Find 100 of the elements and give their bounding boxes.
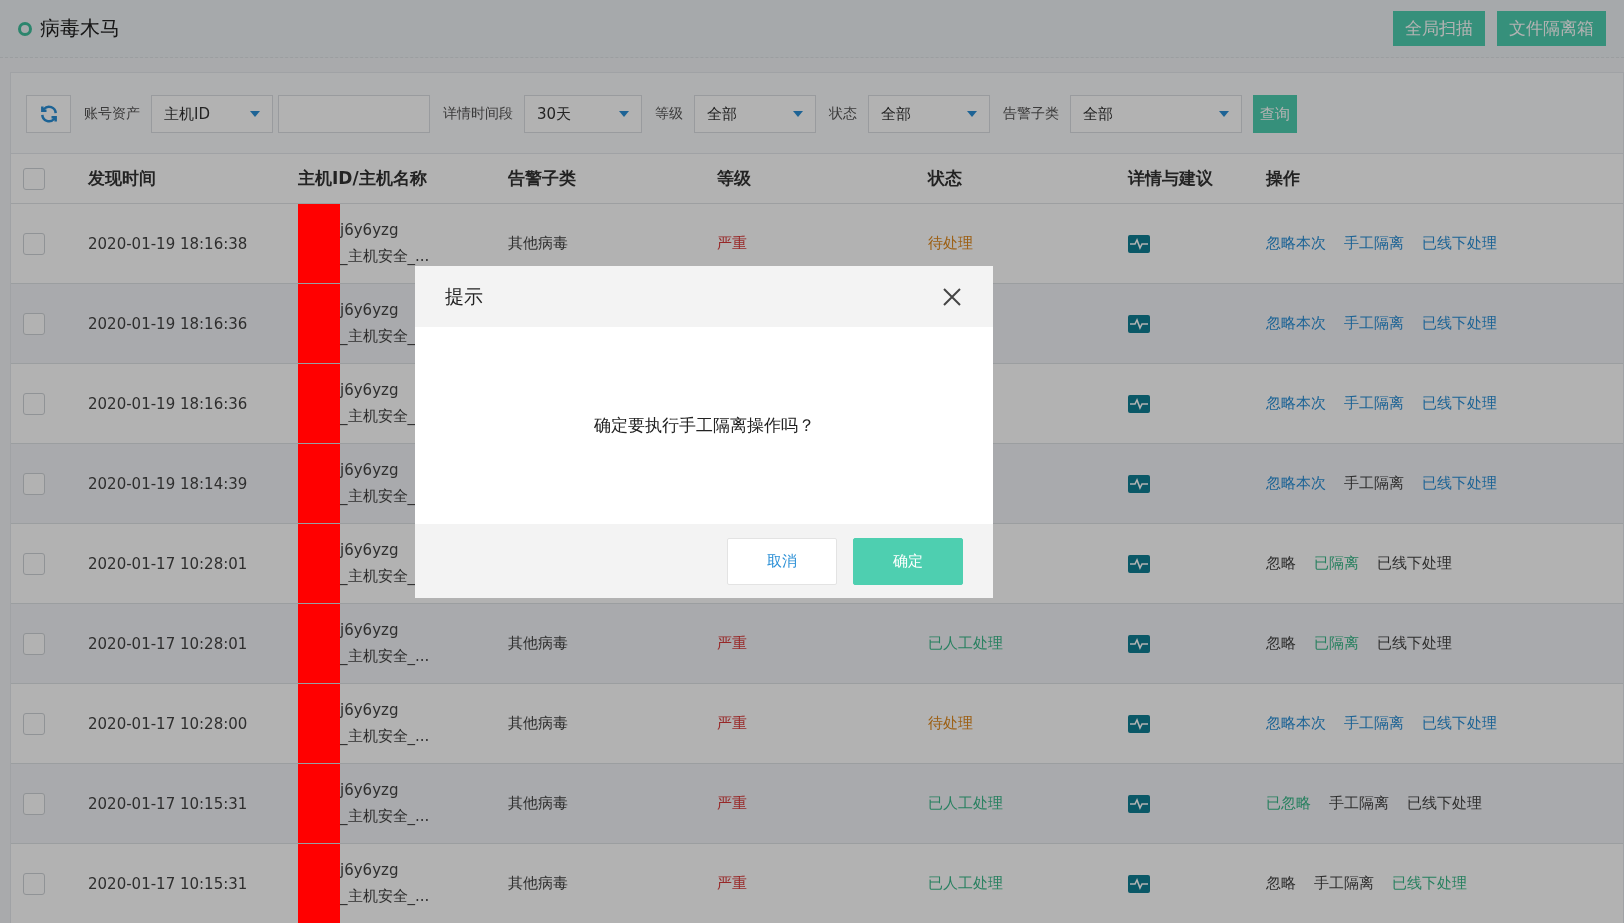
row-checkbox[interactable] bbox=[23, 392, 45, 415]
pulse-icon[interactable] bbox=[1128, 394, 1150, 413]
action-link[interactable]: 已线下处理 bbox=[1377, 554, 1452, 573]
dialog-title: 提示 bbox=[445, 283, 483, 309]
time-cell-text: 2020-01-19 18:14:39 bbox=[88, 474, 249, 493]
host-text: _主机安全_... bbox=[340, 807, 430, 826]
row-checkbox[interactable] bbox=[23, 632, 45, 655]
action-link[interactable]: 已线下处理 bbox=[1407, 794, 1482, 813]
search-field[interactable] bbox=[278, 95, 430, 133]
host-text: j6y6yzg bbox=[340, 621, 400, 639]
query-button[interactable]: 查询 bbox=[1253, 95, 1297, 133]
action-link[interactable]: 忽略本次 bbox=[1266, 314, 1326, 333]
host-text: j6y6yzg bbox=[340, 701, 400, 719]
filter-select[interactable]: 30天 bbox=[524, 95, 642, 133]
close-button[interactable] bbox=[941, 285, 963, 308]
time-cell-text: 2020-01-19 18:16:36 bbox=[88, 394, 249, 413]
row-checkbox[interactable] bbox=[23, 712, 45, 735]
caret-icon bbox=[250, 111, 260, 117]
caret-icon bbox=[967, 111, 977, 117]
filter-label: 账号资产 bbox=[83, 105, 141, 123]
status-cell-text: 已人工处理 bbox=[928, 874, 1004, 893]
grade-cell-text: 严重 bbox=[717, 234, 748, 253]
pulse-icon[interactable] bbox=[1128, 234, 1150, 253]
action-link[interactable]: 已线下处理 bbox=[1422, 234, 1497, 253]
grade-cell-text: 严重 bbox=[717, 794, 748, 813]
action-link[interactable]: 手工隔离 bbox=[1344, 314, 1404, 333]
action-link[interactable]: 已隔离 bbox=[1314, 634, 1359, 653]
row-checkbox[interactable] bbox=[23, 792, 45, 815]
host-text: _主机安全_... bbox=[340, 247, 430, 266]
action-link[interactable]: 已隔离 bbox=[1314, 554, 1359, 573]
column-header: 告警子类 bbox=[508, 167, 577, 190]
status-cell-text: 已人工处理 bbox=[928, 794, 1004, 813]
action-link[interactable]: 忽略本次 bbox=[1266, 234, 1326, 253]
category-cell-text: 其他病毒 bbox=[508, 234, 569, 253]
caret-icon bbox=[1219, 111, 1229, 117]
time-cell-text: 2020-01-17 10:15:31 bbox=[88, 874, 249, 893]
status-cell-text: 待处理 bbox=[928, 714, 974, 733]
status-cell-text: 已人工处理 bbox=[928, 634, 1004, 653]
category-cell-text: 其他病毒 bbox=[508, 634, 569, 653]
action-link[interactable]: 忽略 bbox=[1266, 554, 1296, 573]
filter-select[interactable]: 全部 bbox=[868, 95, 990, 133]
action-link[interactable]: 忽略 bbox=[1266, 874, 1296, 893]
action-link[interactable]: 已线下处理 bbox=[1377, 634, 1452, 653]
action-link[interactable]: 已线下处理 bbox=[1392, 874, 1467, 893]
row-checkbox[interactable] bbox=[23, 312, 45, 335]
time-cell-text: 2020-01-17 10:28:01 bbox=[88, 554, 249, 573]
header-button[interactable]: 全局扫描 bbox=[1393, 11, 1485, 46]
column-header: 发现时间 bbox=[88, 167, 157, 190]
action-link[interactable]: 忽略本次 bbox=[1266, 394, 1326, 413]
grade-cell-text: 严重 bbox=[717, 874, 748, 893]
caret-icon bbox=[619, 111, 629, 117]
filter-label: 等级 bbox=[654, 105, 684, 123]
action-link[interactable]: 已线下处理 bbox=[1422, 474, 1497, 493]
header-button[interactable]: 文件隔离箱 bbox=[1497, 11, 1606, 46]
action-link[interactable]: 手工隔离 bbox=[1344, 234, 1404, 253]
host-text: j6y6yzg bbox=[340, 381, 400, 399]
filter-select[interactable]: 全部 bbox=[694, 95, 816, 133]
row-checkbox[interactable] bbox=[23, 872, 45, 895]
row-checkbox[interactable] bbox=[23, 472, 45, 495]
host-text: j6y6yzg bbox=[340, 861, 400, 879]
host-text: _主机安全_ bbox=[340, 407, 415, 426]
host-text: j6y6yzg bbox=[340, 221, 400, 239]
row-checkbox[interactable] bbox=[23, 232, 45, 255]
time-cell-text: 2020-01-17 10:15:31 bbox=[88, 794, 249, 813]
pulse-icon[interactable] bbox=[1128, 314, 1150, 333]
action-link[interactable]: 已线下处理 bbox=[1422, 394, 1497, 413]
action-link[interactable]: 手工隔离 bbox=[1344, 474, 1404, 493]
action-link[interactable]: 已线下处理 bbox=[1422, 714, 1497, 733]
action-link[interactable]: 忽略本次 bbox=[1266, 714, 1326, 733]
host-text: j6y6yzg bbox=[340, 461, 400, 479]
filter-label: 详情时间段 bbox=[442, 105, 514, 123]
action-link[interactable]: 忽略 bbox=[1266, 634, 1296, 653]
host-text: _主机安全_ bbox=[340, 567, 415, 586]
refresh-button[interactable] bbox=[26, 95, 71, 133]
pulse-icon[interactable] bbox=[1128, 634, 1150, 653]
action-link[interactable]: 已忽略 bbox=[1266, 794, 1311, 813]
filter-select[interactable]: 全部 bbox=[1070, 95, 1242, 133]
grade-cell-text: 严重 bbox=[717, 714, 748, 733]
action-link[interactable]: 手工隔离 bbox=[1314, 874, 1374, 893]
time-cell-text: 2020-01-19 18:16:38 bbox=[88, 234, 249, 253]
action-link[interactable]: 手工隔离 bbox=[1344, 714, 1404, 733]
pulse-icon[interactable] bbox=[1128, 554, 1150, 573]
action-link[interactable]: 已线下处理 bbox=[1422, 314, 1497, 333]
status-cell-text: 待处理 bbox=[928, 234, 974, 253]
caret-icon bbox=[793, 111, 803, 117]
row-checkbox[interactable] bbox=[23, 552, 45, 575]
select-all-checkbox[interactable] bbox=[23, 167, 45, 190]
filter-select[interactable]: 主机ID bbox=[151, 95, 273, 133]
action-link[interactable]: 忽略本次 bbox=[1266, 474, 1326, 493]
action-link[interactable]: 手工隔离 bbox=[1344, 394, 1404, 413]
time-cell-text: 2020-01-17 10:28:01 bbox=[88, 634, 249, 653]
action-link[interactable]: 手工隔离 bbox=[1329, 794, 1389, 813]
pulse-icon[interactable] bbox=[1128, 714, 1150, 733]
pulse-icon[interactable] bbox=[1128, 474, 1150, 493]
cancel-button[interactable]: 取消 bbox=[727, 537, 837, 585]
confirm-button[interactable]: 确定 bbox=[853, 537, 963, 585]
pulse-icon[interactable] bbox=[1128, 794, 1150, 813]
host-text: j6y6yzg bbox=[340, 781, 400, 799]
pulse-icon[interactable] bbox=[1128, 874, 1150, 893]
filter-label: 告警子类 bbox=[1002, 105, 1060, 123]
